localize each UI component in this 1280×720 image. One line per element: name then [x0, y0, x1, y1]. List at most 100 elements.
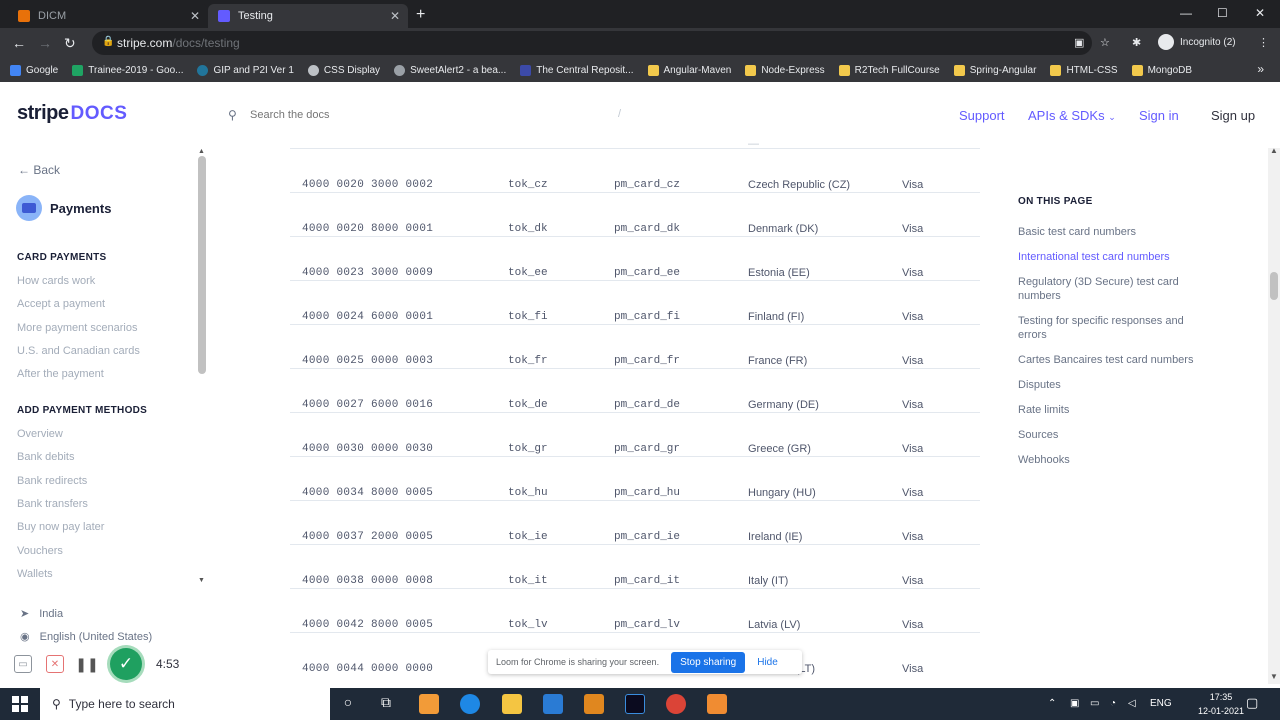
- cell-payment-method[interactable]: pm_card_fr: [614, 355, 680, 367]
- page-scroll-thumb[interactable]: [1270, 272, 1278, 300]
- stripe-docs-logo[interactable]: stripe DOCS: [17, 102, 127, 125]
- window-close-icon[interactable]: ✕: [1255, 6, 1265, 20]
- cell-payment-method[interactable]: pm_card_ee: [614, 267, 680, 279]
- cell-card-number[interactable]: 4000 0038 0000 0008: [302, 575, 433, 587]
- apis-sdks-menu[interactable]: APIs & SDKs ⌄: [1028, 108, 1116, 123]
- sidebar-scrollbar[interactable]: ▲ ▼: [198, 148, 206, 584]
- browser-tab-active[interactable]: Testing ✕: [208, 4, 408, 28]
- sign-in-link[interactable]: Sign in: [1139, 108, 1179, 123]
- cell-token[interactable]: tok_it: [508, 575, 548, 587]
- taskbar-search[interactable]: ⚲ Type here to search: [40, 688, 330, 720]
- back-arrow-icon[interactable]: ←: [12, 35, 26, 51]
- wifi-icon[interactable]: ◔: [1110, 698, 1116, 709]
- chrome-icon[interactable]: [666, 694, 686, 714]
- close-tab-icon[interactable]: ✕: [390, 9, 400, 23]
- battery-icon[interactable]: ▭: [1090, 698, 1099, 709]
- camera-blocked-icon[interactable]: ▣: [1074, 36, 1084, 49]
- notifications-icon[interactable]: ▢: [1246, 695, 1258, 711]
- cell-payment-method[interactable]: pm_card_dk: [614, 223, 680, 235]
- docs-search-input[interactable]: [250, 105, 630, 125]
- cell-token[interactable]: tok_de: [508, 399, 548, 411]
- back-link[interactable]: ← Back: [18, 163, 60, 177]
- cell-card-number[interactable]: 4000 0042 8000 0005: [302, 619, 433, 631]
- minimize-icon[interactable]: —: [1180, 6, 1192, 20]
- toc-item-active[interactable]: International test card numbers: [1018, 250, 1198, 264]
- close-tab-icon[interactable]: ✕: [190, 9, 200, 23]
- toc-item[interactable]: Rate limits: [1018, 403, 1198, 417]
- cell-card-number[interactable]: 4000 0024 6000 0001: [302, 311, 433, 323]
- scroll-down-icon[interactable]: ▼: [198, 577, 205, 584]
- bookmark-folder[interactable]: Spring-Angular: [953, 64, 1036, 76]
- toc-item[interactable]: Testing for specific responses and error…: [1018, 314, 1198, 342]
- volume-icon[interactable]: ◁: [1128, 698, 1136, 709]
- cancel-recording-icon[interactable]: ✕: [46, 655, 64, 673]
- cell-payment-method[interactable]: pm_card_lv: [614, 619, 680, 631]
- bookmark-central-repo[interactable]: The Central Reposit...: [520, 64, 634, 76]
- edge-icon[interactable]: [460, 694, 480, 714]
- maximize-icon[interactable]: ☐: [1217, 6, 1228, 20]
- cell-token[interactable]: tok_gr: [508, 443, 548, 455]
- cell-token[interactable]: tok_hu: [508, 487, 548, 499]
- toc-item[interactable]: Regulatory (3D Secure) test card numbers: [1018, 275, 1198, 303]
- scroll-down-icon[interactable]: ▼: [1270, 672, 1278, 681]
- bookmark-star-icon[interactable]: ☆: [1100, 36, 1110, 49]
- sidebar-item[interactable]: Overview: [17, 428, 63, 440]
- cell-payment-method[interactable]: pm_card_it: [614, 575, 680, 587]
- bookmark-trainee[interactable]: Trainee-2019 - Goo...: [72, 64, 183, 76]
- stop-sharing-button[interactable]: Stop sharing: [671, 651, 746, 673]
- cell-card-number[interactable]: 4000 0044 0000 0000: [302, 663, 433, 675]
- cell-card-number[interactable]: 4000 0037 2000 0005: [302, 531, 433, 543]
- bookmark-folder[interactable]: HTML-CSS: [1050, 64, 1118, 76]
- sublime-icon[interactable]: [584, 694, 604, 714]
- address-bar[interactable]: 🔒 stripe.com/docs/testing: [92, 31, 1092, 55]
- language-selector[interactable]: ◉ English (United States): [20, 630, 152, 644]
- bookmark-folder[interactable]: Node-Express: [745, 64, 825, 76]
- cell-card-number[interactable]: 4000 0030 0000 0030: [302, 443, 433, 455]
- cell-token[interactable]: tok_ee: [508, 267, 548, 279]
- sidebar-item[interactable]: Bank debits: [17, 451, 74, 463]
- language-indicator[interactable]: ENG: [1150, 698, 1172, 709]
- sidebar-scroll-thumb[interactable]: [198, 156, 206, 374]
- sidebar-item[interactable]: U.S. and Canadian cards: [17, 345, 140, 357]
- toc-item[interactable]: Basic test card numbers: [1018, 225, 1198, 239]
- bookmark-folder[interactable]: Angular-Maven: [647, 64, 731, 76]
- system-clock[interactable]: 17:35 12-01-2021: [1198, 690, 1244, 718]
- bookmark-folder[interactable]: MongoDB: [1131, 64, 1192, 76]
- cell-token[interactable]: tok_lv: [508, 619, 548, 631]
- sidebar-item[interactable]: Wallets: [17, 568, 53, 580]
- cell-card-number[interactable]: 4000 0023 3000 0009: [302, 267, 433, 279]
- scroll-up-icon[interactable]: ▲: [1270, 146, 1278, 155]
- intellij-icon[interactable]: [625, 694, 645, 714]
- cell-payment-method[interactable]: pm_card_ie: [614, 531, 680, 543]
- sidebar-item[interactable]: How cards work: [17, 275, 95, 287]
- cell-token[interactable]: tok_dk: [508, 223, 548, 235]
- network-icon[interactable]: ▣: [1070, 698, 1079, 709]
- browser-menu-icon[interactable]: ⋮: [1258, 36, 1269, 49]
- sidebar-item[interactable]: Accept a payment: [17, 298, 105, 310]
- mail-icon[interactable]: [543, 694, 563, 714]
- cell-payment-method[interactable]: pm_card_gr: [614, 443, 680, 455]
- country-selector[interactable]: ➤ India: [20, 607, 63, 621]
- toc-item[interactable]: Webhooks: [1018, 453, 1198, 467]
- bookmark-google[interactable]: Google: [10, 64, 58, 76]
- cell-card-number[interactable]: 4000 0034 8000 0005: [302, 487, 433, 499]
- reload-icon[interactable]: ↻: [64, 35, 76, 52]
- cell-payment-method[interactable]: pm_card_de: [614, 399, 680, 411]
- browser-tab[interactable]: DICM ✕: [8, 4, 208, 28]
- sidebar-item[interactable]: Vouchers: [17, 545, 63, 557]
- finish-recording-icon[interactable]: ✓: [110, 648, 142, 680]
- bookmark-sweetalert[interactable]: SweetAlert2 - a bea...: [394, 64, 506, 76]
- vlc-icon[interactable]: [419, 694, 439, 714]
- camera-toggle-icon[interactable]: ▭: [14, 655, 32, 673]
- sidebar-item[interactable]: Bank redirects: [17, 475, 87, 487]
- cortana-icon[interactable]: ○: [338, 694, 358, 714]
- cell-card-number[interactable]: 4000 0027 6000 0016: [302, 399, 433, 411]
- bookmark-gip[interactable]: GIP and P2I Ver 1: [197, 64, 294, 76]
- cell-payment-method[interactable]: pm_card_fi: [614, 311, 680, 323]
- forward-arrow-icon[interactable]: →: [38, 35, 52, 51]
- page-scrollbar[interactable]: ▲ ▼: [1268, 146, 1280, 684]
- sign-up-link[interactable]: Sign up: [1211, 108, 1255, 123]
- toc-item[interactable]: Sources: [1018, 428, 1198, 442]
- cell-token[interactable]: tok_fi: [508, 311, 548, 323]
- new-tab-icon[interactable]: +: [416, 6, 425, 24]
